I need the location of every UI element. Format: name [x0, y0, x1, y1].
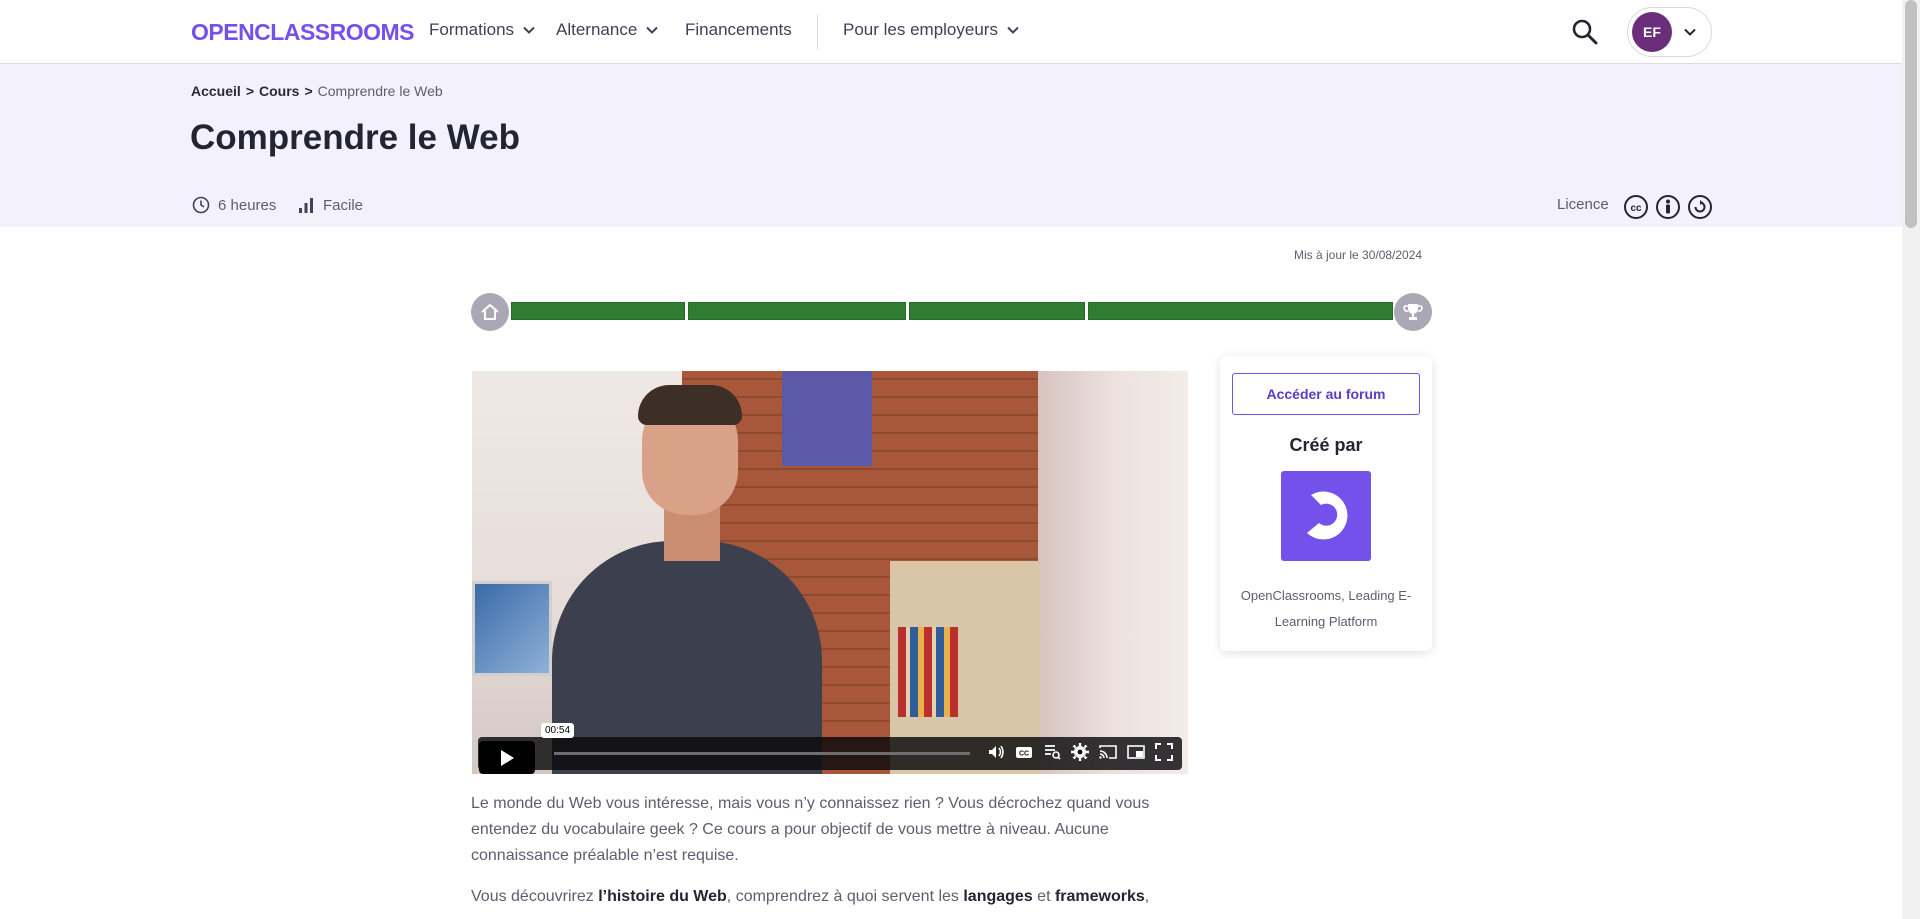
licence-label[interactable]: Licence [1557, 196, 1609, 213]
video-timestamp: 00:54 [541, 723, 575, 738]
home-icon [481, 303, 499, 320]
progress-segment[interactable] [511, 302, 685, 320]
attribution-icon [1656, 195, 1680, 219]
openclassrooms-avatar-logo[interactable] [1281, 471, 1371, 561]
nav-employeurs[interactable]: Pour les employeurs [843, 20, 1020, 40]
video-frame-person-hair [638, 385, 742, 425]
breadcrumb: Accueil > Cours > Comprendre le Web [191, 83, 443, 99]
nav-formations-label: Formations [429, 20, 515, 39]
nav-formations[interactable]: Formations [429, 20, 536, 40]
nav-divider [817, 14, 818, 50]
play-button[interactable] [479, 741, 535, 774]
progress-segment[interactable] [1088, 302, 1393, 320]
openclassrooms-symbol-icon [1307, 491, 1348, 540]
nav-financements-label: Financements [685, 20, 792, 39]
description-highlight: frameworks [1054, 888, 1145, 905]
course-description-continued: Vous découvrirez l’histoire du Web, comp… [471, 884, 1191, 910]
video-frame-books [898, 627, 958, 717]
captions-icon[interactable]: CC [1014, 742, 1034, 762]
description-text: et [1032, 888, 1055, 905]
description-text: Vous découvrirez [471, 888, 599, 905]
trophy-icon [1403, 304, 1423, 320]
breadcrumb-home[interactable]: Accueil [191, 83, 241, 99]
course-level: Facile [297, 196, 363, 214]
course-duration-label: 6 heures [218, 196, 277, 214]
course-author-card: Accéder au forum Créé par OpenClassrooms… [1220, 356, 1432, 651]
progress-segment[interactable] [688, 302, 906, 320]
play-icon [501, 749, 514, 766]
clock-icon [192, 196, 210, 214]
openclassrooms-logo[interactable]: OPENCLASSROOMS [191, 19, 415, 46]
cast-icon[interactable] [1098, 742, 1118, 762]
progress-start[interactable] [471, 293, 509, 331]
author-name[interactable]: OpenClassrooms, Leading E-Learning Platf… [1236, 583, 1416, 635]
course-description: Le monde du Web vous intéresse, mais vou… [471, 795, 1150, 864]
svg-text:cc: cc [1630, 203, 1642, 214]
top-navigation: OPENCLASSROOMS Formations Alternance Fin… [0, 0, 1902, 64]
nav-alternance[interactable]: Alternance [556, 20, 659, 40]
video-frame-window [1038, 371, 1188, 774]
picture-in-picture-icon[interactable] [1126, 742, 1146, 762]
description-text: , [1144, 888, 1150, 905]
licence-icons[interactable]: cc [1623, 194, 1713, 220]
search-icon[interactable] [1571, 18, 1599, 46]
updated-date: Mis à jour le 30/08/2024 [1294, 248, 1423, 262]
settings-gear-icon[interactable] [1070, 742, 1090, 762]
creative-commons-icon: cc [1624, 195, 1648, 219]
created-by-heading: Créé par [1289, 435, 1363, 455]
chevron-down-icon [646, 26, 658, 34]
forum-button[interactable]: Accéder au forum [1232, 373, 1420, 415]
nav-alternance-label: Alternance [556, 20, 638, 39]
course-duration: 6 heures [192, 196, 276, 214]
svg-text:CC: CC [1019, 751, 1029, 758]
breadcrumb-courses[interactable]: Cours [259, 83, 299, 99]
fullscreen-icon[interactable] [1154, 742, 1174, 762]
volume-icon[interactable] [986, 742, 1006, 762]
description-text: , comprendrez à quoi servent les [726, 888, 964, 905]
progress-segment[interactable] [909, 302, 1085, 320]
description-highlight: langages [963, 888, 1033, 905]
description-highlight: l’histoire du Web [598, 888, 727, 905]
nav-financements[interactable]: Financements [685, 20, 792, 40]
avatar: EF [1632, 12, 1672, 52]
breadcrumb-separator: > [245, 83, 254, 99]
share-alike-icon [1688, 195, 1712, 219]
video-control-icons: CC [986, 742, 1174, 762]
video-frame-poster [782, 371, 872, 466]
video-timeline[interactable] [554, 752, 970, 755]
scrollbar-thumb[interactable] [1905, 0, 1917, 228]
video-player[interactable]: 00:54 CC [472, 371, 1188, 774]
progress-end[interactable] [1394, 293, 1432, 331]
course-level-label: Facile [323, 196, 364, 214]
video-frame-monitor [472, 581, 552, 676]
page-scrollbar[interactable] [1902, 0, 1920, 919]
chevron-down-icon [1684, 28, 1696, 36]
chevron-down-icon [1007, 26, 1019, 34]
user-menu[interactable]: EF [1627, 7, 1712, 57]
breadcrumb-separator: > [304, 83, 313, 99]
breadcrumb-current: Comprendre le Web [317, 83, 443, 99]
chevron-down-icon [523, 26, 535, 34]
transcript-icon[interactable] [1042, 742, 1062, 762]
nav-employeurs-label: Pour les employeurs [843, 20, 998, 39]
page-title: Comprendre le Web [190, 118, 520, 157]
level-bars-icon [299, 198, 313, 213]
